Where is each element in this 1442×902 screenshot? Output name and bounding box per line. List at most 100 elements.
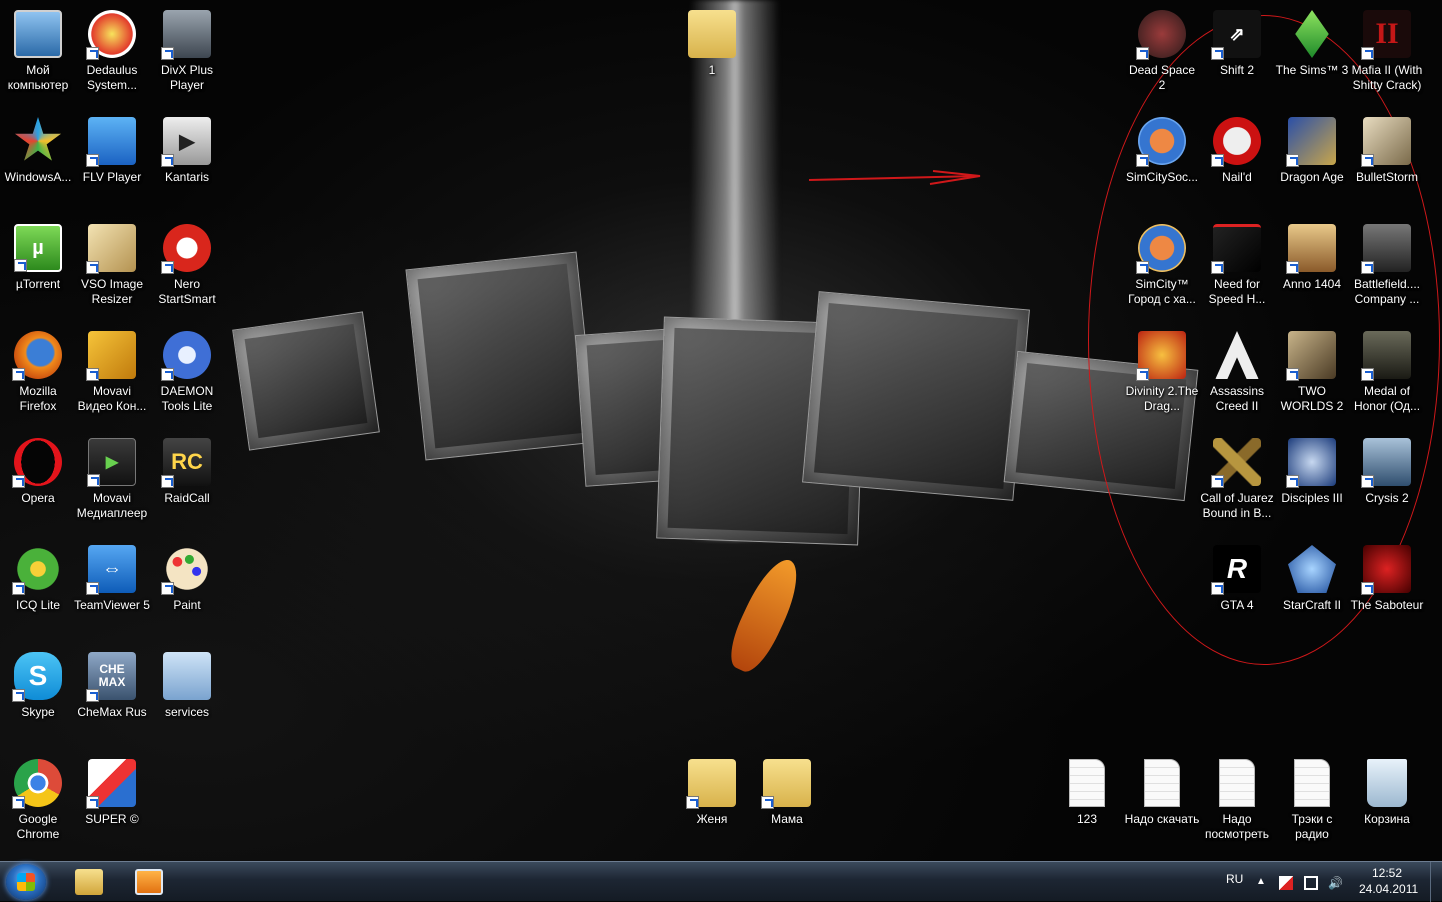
desktop-icon-dragon-age[interactable]: Dragon Age: [1274, 117, 1350, 185]
sims-plumbob-icon: [1295, 10, 1329, 58]
firefox-icon: [12, 331, 62, 381]
raidcall-icon: RC: [161, 438, 211, 488]
desktop-icon-vso[interactable]: VSO Image Resizer: [74, 224, 150, 307]
folder-icon: [761, 759, 811, 809]
desktop-icon-flv-player[interactable]: FLV Player: [74, 117, 150, 185]
show-desktop-button[interactable]: [1430, 862, 1442, 902]
dedaulus-icon: [86, 10, 136, 60]
desktop-icon-paint[interactable]: Paint: [149, 545, 225, 613]
taskbar-media-player-button[interactable]: [121, 865, 177, 899]
start-button[interactable]: [6, 864, 46, 900]
desktop-icon-sims-3[interactable]: The Sims™ 3: [1274, 10, 1350, 78]
desktop-icon-mafia-2[interactable]: II Mafia II (With Shitty Crack): [1349, 10, 1425, 93]
desktop-icon-super[interactable]: SUPER ©: [74, 759, 150, 827]
desktop-icon-teamviewer[interactable]: ⇔ TeamViewer 5: [74, 545, 150, 613]
clock-time[interactable]: 12:52: [1372, 866, 1402, 880]
medal-of-honor-icon: [1361, 331, 1411, 381]
taskbar: RU ▲ 🔊 12:52 24.04.2011: [0, 861, 1442, 902]
desktop-folder-zhenya[interactable]: Женя: [674, 759, 750, 827]
desktop-icon-utorrent[interactable]: µ µTorrent: [0, 224, 76, 292]
flv-player-icon: [86, 117, 136, 167]
desktop-folder-mama[interactable]: Мама: [749, 759, 825, 827]
desktop-icon-battlefield[interactable]: Battlefield.... Company ...: [1349, 224, 1425, 307]
computer-icon: [14, 10, 62, 58]
windows-anytime-icon: [14, 117, 62, 161]
call-of-juarez-guns-icon: [1211, 438, 1261, 488]
volume-icon[interactable]: 🔊: [1328, 876, 1343, 890]
action-center-flag-icon[interactable]: [1279, 876, 1293, 890]
windows-logo-icon: [17, 873, 35, 891]
media-player-icon: [135, 869, 163, 895]
simcity-icon: [1136, 117, 1186, 167]
naild-helmet-icon: [1211, 117, 1261, 167]
rockstar-icon: R: [1211, 545, 1261, 595]
desktop-file-nado-posmotret[interactable]: Надо посмотреть: [1199, 759, 1275, 842]
desktop-icon-divx[interactable]: DivX Plus Player: [149, 10, 225, 93]
desktop-icon-opera[interactable]: Opera: [0, 438, 76, 506]
desktop-icon-daemon[interactable]: DAEMON Tools Lite: [149, 331, 225, 414]
desktop-icon-chrome[interactable]: Google Chrome: [0, 759, 76, 842]
nero-icon: [161, 224, 211, 274]
desktop-icon-simcity-societies[interactable]: SimCitySoc...: [1124, 117, 1200, 185]
desktop-icon-nfs[interactable]: Need for Speed H...: [1199, 224, 1275, 307]
language-indicator[interactable]: RU: [1226, 872, 1243, 886]
icq-flower-icon: [12, 545, 62, 595]
desktop-icon-kantaris[interactable]: ▶ Kantaris: [149, 117, 225, 185]
anno-ship-icon: [1286, 224, 1336, 274]
desktop-icon-firefox[interactable]: Mozilla Firefox: [0, 331, 76, 414]
desktop-icon-anno-1404[interactable]: Anno 1404: [1274, 224, 1350, 292]
desktop-icon-shift-2[interactable]: ⇗ Shift 2: [1199, 10, 1275, 78]
desktop-icon-call-of-juarez[interactable]: Call of Juarez Bound in B...: [1199, 438, 1275, 521]
desktop-icon-windowsa[interactable]: WindowsA...: [0, 117, 76, 185]
network-icon[interactable]: [1304, 876, 1318, 890]
desktop-icon-icq[interactable]: ICQ Lite: [0, 545, 76, 613]
desktop-file-123[interactable]: 123: [1049, 759, 1125, 827]
desktop[interactable]: Мой компьютер Dedaulus System... DivX Pl…: [0, 0, 1442, 861]
desktop-icon-assassins-creed-2[interactable]: Assassins Creed II: [1199, 331, 1275, 414]
taskbar-explorer-button[interactable]: [61, 865, 117, 899]
desktop-file-nado-skachat[interactable]: Надо скачать: [1124, 759, 1200, 827]
divinity-icon: [1136, 331, 1186, 381]
desktop-icon-simcity-city[interactable]: SimCity™ Город с ха...: [1124, 224, 1200, 307]
recycle-bin-icon: [1367, 759, 1407, 807]
desktop-file-treki[interactable]: Трэки с радио: [1274, 759, 1350, 842]
dead-space-icon: [1136, 10, 1186, 60]
desktop-icon-two-worlds-2[interactable]: TWO WORLDS 2: [1274, 331, 1350, 414]
text-file-icon: [1069, 759, 1105, 807]
desktop-icon-saboteur[interactable]: The Saboteur: [1349, 545, 1425, 613]
battlefield-soldier-icon: [1361, 224, 1411, 274]
desktop-icon-bulletstorm[interactable]: BulletStorm: [1349, 117, 1425, 185]
super-icon: [86, 759, 136, 809]
vso-resizer-icon: [86, 224, 136, 274]
desktop-icon-medal-of-honor[interactable]: Medal of Honor (Од...: [1349, 331, 1425, 414]
desktop-icon-divinity-2[interactable]: Divinity 2.The Drag...: [1124, 331, 1200, 414]
dragon-age-icon: [1286, 117, 1336, 167]
desktop-icon-disciples-3[interactable]: Disciples III: [1274, 438, 1350, 506]
text-file-icon: [1219, 759, 1255, 807]
desktop-icon-raidcall[interactable]: RC RaidCall: [149, 438, 225, 506]
desktop-icon-chemax[interactable]: CHE MAX CheMax Rus: [74, 652, 150, 720]
desktop-icon-dead-space-2[interactable]: Dead Space 2: [1124, 10, 1200, 93]
explorer-icon: [75, 869, 103, 895]
show-hidden-icons-chevron-icon[interactable]: ▲: [1256, 876, 1270, 890]
desktop-icon-naild[interactable]: Nail'd: [1199, 117, 1275, 185]
desktop-icon-gta-4[interactable]: R GTA 4: [1199, 545, 1275, 613]
desktop-icon-recycle-bin[interactable]: Корзина: [1349, 759, 1425, 827]
desktop-folder-1[interactable]: 1: [674, 10, 750, 78]
desktop-icon-movavi-player[interactable]: ▶ Movavi Медиаплеер: [74, 438, 150, 521]
desktop-icon-starcraft-2[interactable]: StarCraft II: [1274, 545, 1350, 613]
desktop-icon-nero[interactable]: Nero StartSmart: [149, 224, 225, 307]
desktop-icon-my-computer[interactable]: Мой компьютер: [0, 10, 76, 93]
teamviewer-icon: ⇔: [86, 545, 136, 595]
divx-icon: [161, 10, 211, 60]
desktop-icon-skype[interactable]: S Skype: [0, 652, 76, 720]
desktop-icon-dedaulus[interactable]: Dedaulus System...: [74, 10, 150, 93]
desktop-icon-crysis-2[interactable]: Crysis 2: [1349, 438, 1425, 506]
opera-icon: [12, 438, 62, 488]
shift-icon: ⇗: [1211, 10, 1261, 60]
text-file-icon: [1294, 759, 1330, 807]
desktop-icon-movavi-video[interactable]: Movavi Видео Кон...: [74, 331, 150, 414]
chrome-icon: [12, 759, 62, 809]
clock-date[interactable]: 24.04.2011: [1359, 882, 1418, 896]
desktop-icon-services[interactable]: services: [149, 652, 225, 720]
